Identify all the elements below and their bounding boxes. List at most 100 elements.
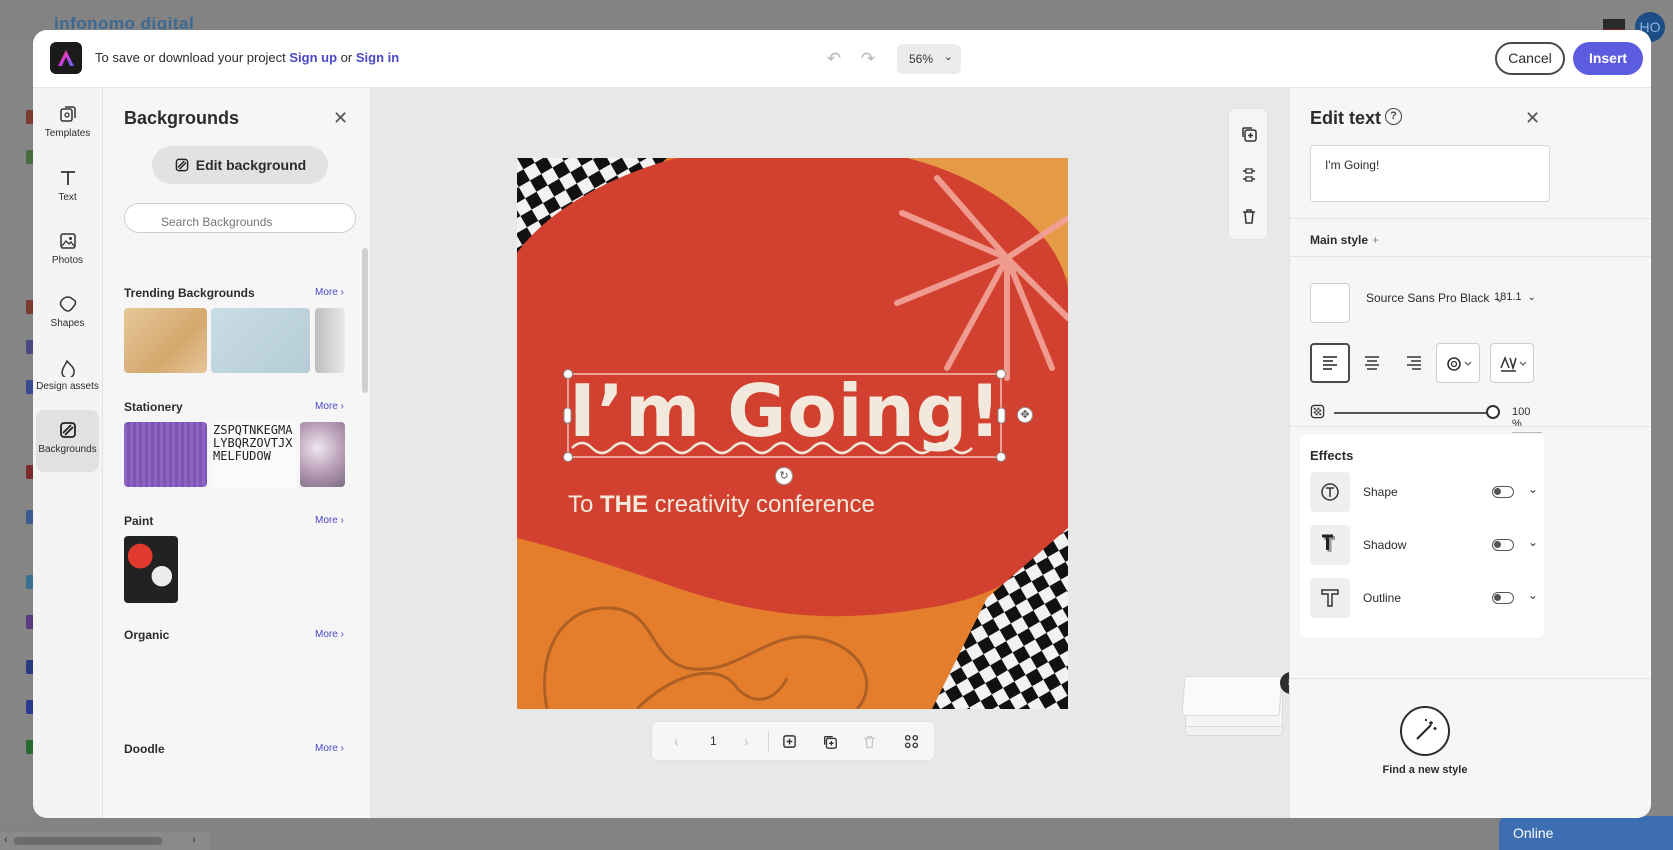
canvas-tools bbox=[1228, 108, 1268, 240]
headline-text[interactable]: I’m Going! bbox=[569, 366, 1002, 456]
more-link[interactable]: More › bbox=[315, 629, 344, 640]
opacity-slider-handle[interactable] bbox=[1486, 405, 1500, 419]
save-download-message: To save or download your project Sign up… bbox=[95, 50, 400, 65]
divider bbox=[768, 732, 769, 752]
redo-icon[interactable]: ↷ bbox=[857, 48, 879, 70]
more-link[interactable]: More › bbox=[315, 287, 344, 298]
backgrounds-icon bbox=[59, 422, 76, 438]
close-icon[interactable]: ✕ bbox=[1525, 108, 1540, 129]
undo-icon[interactable]: ↶ bbox=[823, 48, 845, 70]
canvas-area: I’m Going! To THE creativity conference … bbox=[371, 88, 1302, 818]
zoom-select[interactable]: 56% ⌄ bbox=[897, 44, 961, 74]
align-left-icon bbox=[1323, 356, 1337, 370]
grid-view-icon[interactable] bbox=[904, 734, 919, 749]
next-page-icon[interactable]: › bbox=[744, 733, 749, 749]
background-thumbnail[interactable] bbox=[211, 308, 310, 373]
edit-background-button[interactable]: Edit background bbox=[152, 146, 328, 184]
subtitle-text[interactable]: To THE creativity conference bbox=[568, 491, 875, 519]
scrollbar-thumb[interactable] bbox=[14, 837, 162, 845]
pages-stack[interactable] bbox=[1181, 676, 1283, 736]
align-right-button[interactable] bbox=[1394, 343, 1434, 383]
text-color-swatch[interactable] bbox=[1310, 283, 1350, 323]
add-style-icon[interactable]: + bbox=[1372, 233, 1379, 247]
align-center-button[interactable] bbox=[1352, 343, 1392, 383]
effect-outline-row[interactable]: Outline ⌄ bbox=[1310, 578, 1540, 618]
outline-toggle[interactable] bbox=[1492, 592, 1514, 604]
align-left-button[interactable] bbox=[1310, 343, 1350, 383]
online-status-chat[interactable]: Online bbox=[1499, 816, 1673, 850]
divider bbox=[1290, 256, 1651, 257]
shadow-toggle[interactable] bbox=[1492, 539, 1514, 551]
rail-item-text[interactable]: Text bbox=[36, 158, 99, 220]
chevron-down-icon[interactable]: ⌄ bbox=[1528, 482, 1538, 496]
more-link[interactable]: More › bbox=[315, 401, 344, 412]
align-center-icon bbox=[1365, 356, 1379, 370]
chevron-down-icon[interactable]: ⌄ bbox=[1528, 588, 1538, 602]
artboard[interactable]: I’m Going! To THE creativity conference … bbox=[517, 158, 1068, 709]
move-handle-icon[interactable]: ✥ bbox=[1017, 407, 1033, 423]
background-thumbnail[interactable] bbox=[300, 422, 345, 487]
font-family-select[interactable]: Source Sans Pro Black ⌄ bbox=[1366, 291, 1504, 305]
section-title: Trending Backgrounds bbox=[124, 286, 255, 300]
previous-page-icon[interactable]: ‹ bbox=[674, 733, 679, 749]
photos-icon bbox=[59, 233, 76, 249]
design-assets-icon bbox=[60, 359, 75, 377]
font-size-select[interactable]: 181.1 ⌄ bbox=[1494, 291, 1536, 303]
design-editor-modal: To save or download your project Sign up… bbox=[33, 30, 1651, 818]
close-icon[interactable]: ✕ bbox=[333, 108, 348, 129]
background-thumbnail[interactable] bbox=[124, 308, 207, 373]
section-title: Doodle bbox=[124, 742, 165, 756]
adobe-express-logo-icon bbox=[50, 42, 82, 74]
text-styles-button[interactable] bbox=[1436, 343, 1480, 383]
scroll-right-icon[interactable]: › bbox=[192, 834, 196, 846]
insert-button[interactable]: Insert bbox=[1573, 42, 1643, 75]
effect-shape-row[interactable]: Shape ⌄ bbox=[1310, 472, 1540, 512]
align-right-icon bbox=[1407, 356, 1421, 370]
sign-in-link[interactable]: Sign in bbox=[356, 50, 399, 65]
divider bbox=[1290, 426, 1651, 427]
text-outline-icon bbox=[1310, 578, 1350, 618]
delete-page-icon[interactable] bbox=[862, 734, 877, 749]
background-thumbnail[interactable] bbox=[124, 536, 178, 603]
opacity-slider[interactable] bbox=[1334, 412, 1494, 414]
shape-toggle[interactable] bbox=[1492, 486, 1514, 498]
panel-scrollbar[interactable] bbox=[362, 248, 368, 393]
search-backgrounds-input[interactable] bbox=[124, 203, 356, 233]
panel-title: Backgrounds bbox=[124, 108, 240, 128]
page-number: 1 bbox=[710, 734, 717, 748]
background-thumbnail[interactable]: ZSPQTNKEGMALYBQRZOVTJXMELFUDOW bbox=[211, 422, 296, 487]
edit-text-panel: Edit text ? ✕ I'm Going! Main style + Sou… bbox=[1289, 88, 1651, 818]
find-new-style-button[interactable]: Find a new style bbox=[1375, 706, 1475, 776]
add-page-icon[interactable] bbox=[782, 734, 797, 749]
rail-item-templates[interactable]: Templates bbox=[36, 94, 99, 156]
chevron-down-icon: ⌄ bbox=[1527, 292, 1536, 303]
help-icon[interactable]: ? bbox=[1385, 108, 1402, 125]
rail-item-backgrounds[interactable]: Backgrounds bbox=[36, 410, 99, 472]
duplicate-icon[interactable] bbox=[1240, 125, 1258, 143]
background-thumbnail[interactable] bbox=[124, 422, 207, 487]
background-thumbnail[interactable] bbox=[315, 308, 345, 373]
scroll-left-icon[interactable]: ‹ bbox=[4, 834, 8, 846]
effect-shadow-row[interactable]: Shadow ⌄ bbox=[1310, 525, 1540, 565]
opacity-value[interactable]: 100 % bbox=[1512, 406, 1542, 433]
more-link[interactable]: More › bbox=[315, 743, 344, 754]
duplicate-page-icon[interactable] bbox=[822, 734, 838, 750]
arrange-icon[interactable] bbox=[1240, 166, 1258, 184]
rail-item-photos[interactable]: Photos bbox=[36, 221, 99, 283]
cancel-button[interactable]: Cancel bbox=[1495, 42, 1565, 75]
effects-title: Effects bbox=[1310, 448, 1354, 463]
horizontal-scrollbar[interactable]: ‹ › bbox=[0, 832, 210, 850]
rail-item-shapes[interactable]: Shapes bbox=[36, 284, 99, 346]
chevron-down-icon[interactable]: ⌄ bbox=[1528, 535, 1538, 549]
spacing-button[interactable] bbox=[1490, 343, 1534, 383]
left-rail: Templates Text Photos Shapes Design asse… bbox=[33, 88, 103, 818]
text-content-field[interactable]: I'm Going! bbox=[1310, 145, 1550, 202]
sign-up-link[interactable]: Sign up bbox=[289, 50, 337, 65]
main-style-label[interactable]: Main style + bbox=[1310, 233, 1379, 247]
divider bbox=[1290, 218, 1651, 219]
more-link[interactable]: More › bbox=[315, 515, 344, 526]
text-shadow-icon bbox=[1310, 525, 1350, 565]
trash-icon[interactable] bbox=[1240, 207, 1258, 225]
rail-item-design-assets[interactable]: Design assets bbox=[36, 347, 99, 409]
rotate-handle-icon[interactable]: ↻ bbox=[775, 467, 793, 485]
